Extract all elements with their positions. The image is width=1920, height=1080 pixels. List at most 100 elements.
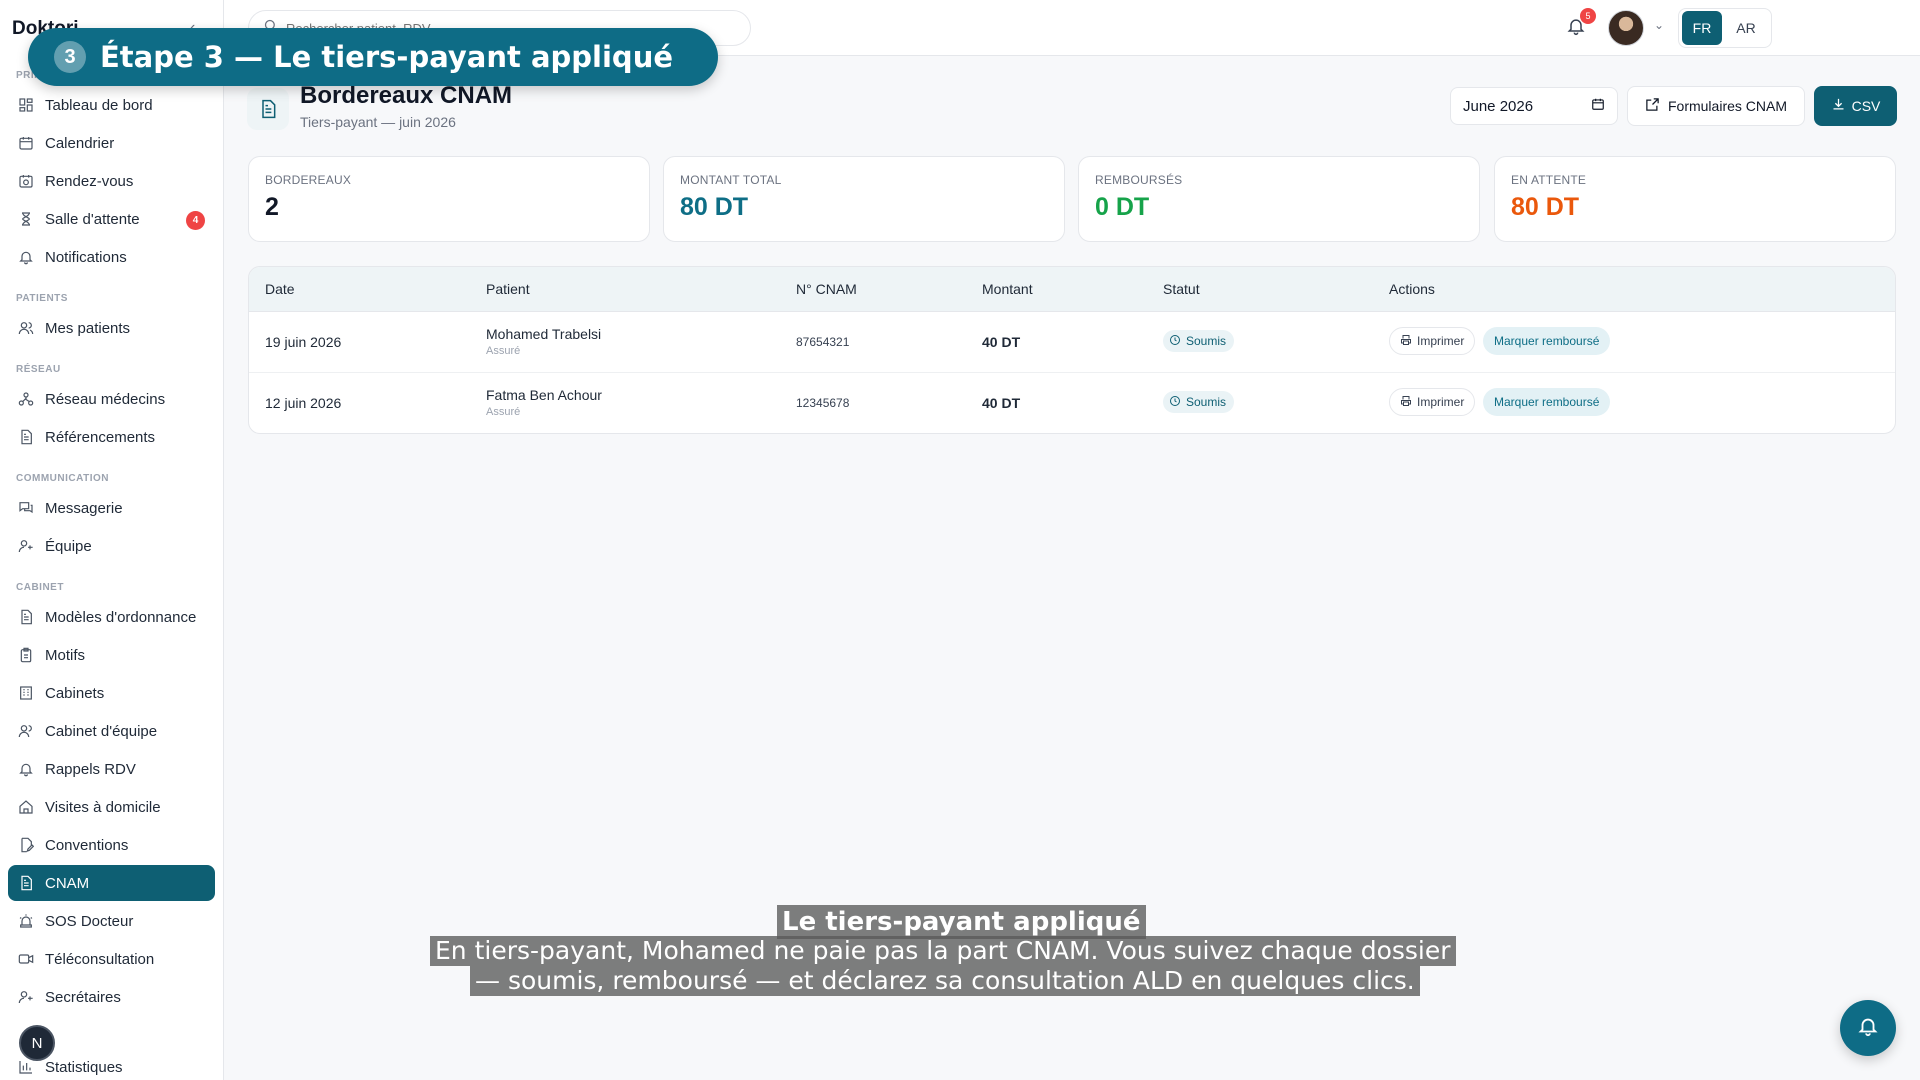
sidebar-item-secretaries[interactable]: Secrétaires xyxy=(8,979,215,1015)
download-icon xyxy=(1831,97,1846,115)
network-icon xyxy=(18,391,34,407)
status-badge: Soumis xyxy=(1163,391,1235,413)
sidebar-item-referrals[interactable]: Référencements xyxy=(8,419,215,455)
lang-ar-button[interactable]: AR xyxy=(1726,11,1766,45)
calendar-clock-icon xyxy=(18,173,34,189)
stat-value: 80 DT xyxy=(1511,193,1580,221)
row-amount: 40 DT xyxy=(982,395,1021,411)
lang-fr-button[interactable]: FR xyxy=(1682,11,1722,45)
step-title: Étape 3 — Le tiers-payant appliqué xyxy=(100,40,674,74)
column-header-date: Date xyxy=(265,281,295,297)
sidebar-item-sos-doctor[interactable]: SOS Docteur xyxy=(8,903,215,939)
sidebar-item-label: Conventions xyxy=(45,836,129,854)
sidebar-item-label: CNAM xyxy=(45,874,90,892)
waiting-count-badge: 4 xyxy=(186,211,205,230)
stat-label: EN ATTENTE xyxy=(1511,173,1587,187)
sidebar-item-cabinets[interactable]: Cabinets xyxy=(8,675,215,711)
row-amount: 40 DT xyxy=(982,334,1021,350)
clipboard-icon xyxy=(18,647,34,663)
table-row[interactable]: 12 juin 2026 Fatma Ben Achour Assuré 123… xyxy=(249,373,1895,433)
column-header-amount: Montant xyxy=(982,281,1033,297)
sidebar-item-team[interactable]: Équipe xyxy=(8,528,215,564)
sidebar-item-label: Cabinets xyxy=(45,684,105,702)
sidebar-item-doctor-network[interactable]: Réseau médecins xyxy=(8,381,215,417)
stat-card-reimbursed: REMBOURSÉS 0 DT xyxy=(1078,156,1480,242)
calendar-icon xyxy=(18,135,34,151)
status-label: Soumis xyxy=(1186,395,1227,409)
sidebar-item-teleconsultation[interactable]: Téléconsultation xyxy=(8,941,215,977)
sidebar-item-prescription-templates[interactable]: Modèles d'ordonnance xyxy=(8,599,215,635)
stat-label: REMBOURSÉS xyxy=(1095,173,1183,187)
bell-icon xyxy=(18,249,34,265)
stat-value: 80 DT xyxy=(680,193,749,221)
caption-line: En tiers-payant, Mohamed ne paie pas la … xyxy=(430,936,1456,966)
bar-chart-icon xyxy=(18,1059,34,1075)
print-label: Imprimer xyxy=(1417,395,1465,409)
row-cnam-number: 12345678 xyxy=(796,396,850,410)
print-button[interactable]: Imprimer xyxy=(1389,388,1476,416)
row-cnam-number: 87654321 xyxy=(796,335,850,349)
mark-refunded-button[interactable]: Marquer remboursé xyxy=(1483,388,1611,416)
sidebar-item-reminders[interactable]: Rappels RDV xyxy=(8,751,215,787)
row-patient-name[interactable]: Mohamed Trabelsi xyxy=(486,326,601,342)
step-number-badge: 3 xyxy=(54,41,86,73)
row-patient-status: Assuré xyxy=(486,345,521,357)
sidebar-item-label: Cabinet d'équipe xyxy=(45,722,158,740)
stat-value: 0 DT xyxy=(1095,193,1150,221)
sidebar-item-label: Équipe xyxy=(45,537,92,555)
clock-icon xyxy=(1169,334,1181,349)
sidebar-item-label: Statistiques xyxy=(45,1058,123,1076)
sidebar-item-label: SOS Docteur xyxy=(45,912,134,930)
bordereaux-table: Date Patient N° CNAM Montant Statut Acti… xyxy=(248,266,1896,434)
month-picker[interactable]: June 2026 xyxy=(1450,87,1618,125)
sidebar-item-label: Notifications xyxy=(45,248,127,266)
csv-export-button[interactable]: CSV xyxy=(1814,86,1897,126)
sidebar-item-home-visits[interactable]: Visites à domicile xyxy=(8,789,215,825)
cnam-forms-button[interactable]: Formulaires CNAM xyxy=(1627,86,1805,126)
row-patient-name[interactable]: Fatma Ben Achour xyxy=(486,387,602,403)
mark-refunded-button[interactable]: Marquer remboursé xyxy=(1483,327,1611,355)
stat-card-pending: EN ATTENTE 80 DT xyxy=(1494,156,1896,242)
users-icon xyxy=(18,723,34,739)
user-avatar[interactable] xyxy=(1608,10,1644,46)
sidebar-item-label: Tableau de bord xyxy=(45,96,153,114)
sidebar-item-label: Modèles d'ordonnance xyxy=(45,608,197,626)
sidebar-item-calendar[interactable]: Calendrier xyxy=(8,125,215,161)
building-icon xyxy=(18,685,34,701)
row-patient-status: Assuré xyxy=(486,406,521,418)
sidebar-item-conventions[interactable]: Conventions xyxy=(8,827,215,863)
sidebar-item-my-patients[interactable]: Mes patients xyxy=(8,310,215,346)
users-icon xyxy=(18,320,34,336)
messages-icon xyxy=(18,500,34,516)
notification-count-badge: 5 xyxy=(1580,8,1596,24)
user-initial-avatar[interactable]: N xyxy=(19,1025,55,1061)
sidebar-item-cnam[interactable]: CNAM xyxy=(8,865,215,901)
sidebar-item-messaging[interactable]: Messagerie xyxy=(8,490,215,526)
status-badge: Soumis xyxy=(1163,330,1235,352)
sidebar-item-dashboard[interactable]: Tableau de bord xyxy=(8,87,215,123)
sidebar-item-reasons[interactable]: Motifs xyxy=(8,637,215,673)
sidebar-item-notifications[interactable]: Notifications xyxy=(8,239,215,275)
nav-section-patients: PATIENTS xyxy=(16,293,68,304)
sidebar-item-team-cabinet[interactable]: Cabinet d'équipe xyxy=(8,713,215,749)
status-label: Soumis xyxy=(1186,334,1227,348)
document-edit-icon xyxy=(18,837,34,853)
floating-bell-button[interactable] xyxy=(1840,1000,1896,1056)
print-button[interactable]: Imprimer xyxy=(1389,327,1476,355)
cnam-forms-label: Formulaires CNAM xyxy=(1667,98,1787,114)
document-icon xyxy=(18,429,34,445)
sidebar-item-label: Téléconsultation xyxy=(45,950,155,968)
sidebar-item-label: Calendrier xyxy=(45,134,115,152)
language-switcher: FR AR xyxy=(1678,8,1772,48)
stat-card-total-amount: MONTANT TOTAL 80 DT xyxy=(663,156,1065,242)
chevron-down-icon[interactable]: ⌄ xyxy=(1654,18,1664,32)
table-row[interactable]: 19 juin 2026 Mohamed Trabelsi Assuré 876… xyxy=(249,312,1895,373)
sidebar: Doktori ‹ PRINCIPAL Tableau de bord Cale… xyxy=(0,0,224,1080)
sidebar-item-appointments[interactable]: Rendez-vous xyxy=(8,163,215,199)
sidebar-item-waiting-room[interactable]: Salle d'attente 4 xyxy=(8,201,215,237)
sidebar-item-label: Réseau médecins xyxy=(45,390,166,408)
clock-icon xyxy=(1169,395,1181,410)
sidebar-item-label: Messagerie xyxy=(45,499,123,517)
row-date: 19 juin 2026 xyxy=(265,334,342,350)
caption-line: — soumis, remboursé — et déclarez sa con… xyxy=(470,966,1420,996)
